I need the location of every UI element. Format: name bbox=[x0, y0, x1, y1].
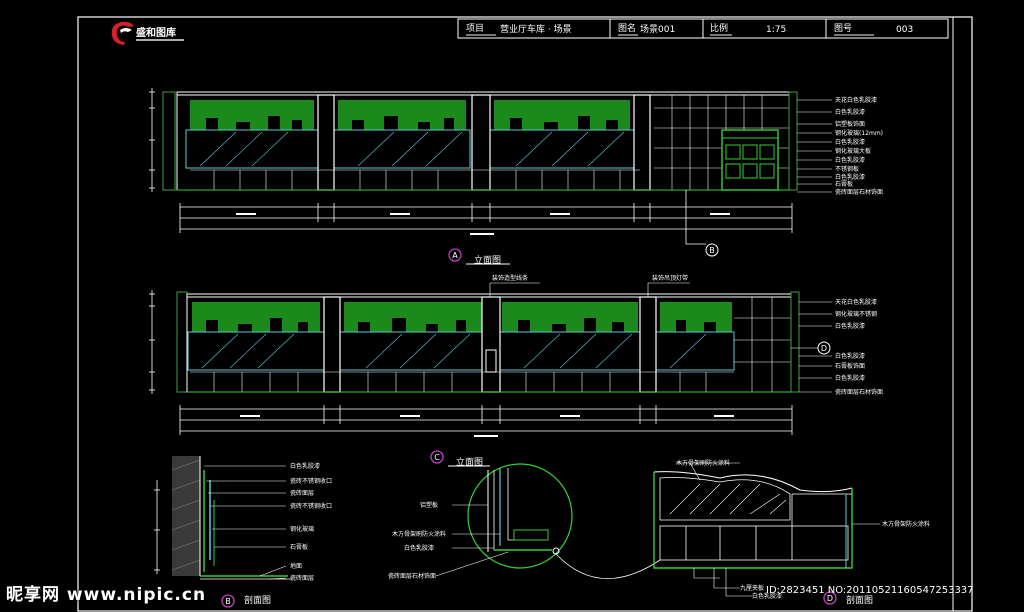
elevation-a-title: A 立面图 bbox=[448, 248, 510, 266]
watermark-site: 昵享网 www.nipic.cn bbox=[6, 585, 207, 605]
leader-label: 白色乳胶漆 bbox=[835, 138, 865, 146]
elevation-a-labels: 天花白色乳胶漆白色乳胶漆铝塑板饰面钢化玻璃(12mm)白色乳胶漆钢化玻璃大板白色… bbox=[835, 96, 883, 196]
leader-label: 瓷砖不锈钢收口 bbox=[290, 477, 332, 485]
cad-drawing-sheet: 项目 营业厅车库 · 场景 图名 场景001 比例 1:75 图号 003 盛和… bbox=[0, 0, 1024, 612]
leader-label: 石膏板 bbox=[290, 543, 308, 551]
leader-label: 白色乳胶漆 bbox=[835, 108, 865, 116]
leader-label: 九厘夹板 bbox=[740, 584, 764, 592]
elevation-a: B bbox=[149, 88, 798, 257]
leader-label: 铝塑板饰面 bbox=[835, 120, 865, 128]
leader-label: 白色乳胶漆 bbox=[290, 462, 320, 470]
leader-label: 白色乳胶漆 bbox=[835, 352, 865, 360]
scale-value: 1:75 bbox=[766, 25, 786, 35]
elevation-a-marker: A bbox=[452, 251, 458, 260]
leader-label: 石膏板 bbox=[835, 180, 853, 188]
detail-view bbox=[435, 463, 661, 579]
leader-label: 不锈钢板 bbox=[835, 165, 859, 173]
leader-label: 瓷砖面层 bbox=[290, 574, 314, 582]
leader-label: 木方骨架防火涂料 bbox=[882, 520, 930, 528]
leader-label: 钢化玻璃(12mm) bbox=[835, 129, 883, 137]
elevation-c-leaders bbox=[489, 282, 832, 393]
elevation-c-labels: 天花白色乳胶漆钢化玻璃不锈钢白色乳胶漆白色乳胶漆石膏板饰面白色乳胶漆瓷砖面层石材… bbox=[835, 298, 883, 396]
leader-label: 白色乳胶漆 bbox=[835, 173, 865, 181]
elevation-c-marker: C bbox=[434, 453, 440, 462]
leader-label: 白色乳胶漆 bbox=[404, 544, 434, 552]
leader-label: 白色乳胶漆 bbox=[835, 156, 865, 164]
leader-label: 白色乳胶漆 bbox=[835, 374, 865, 382]
logo-name: 盛和图库 bbox=[136, 26, 176, 39]
leader-label: 石膏板饰面 bbox=[835, 362, 865, 370]
leader-label: 瓷砖面层石材饰面 bbox=[388, 572, 436, 580]
leader-label: 木方骨架刷防火涂料 bbox=[676, 459, 730, 467]
leader-label: 钢化玻璃 bbox=[290, 525, 314, 533]
leader-label: 钢化玻璃大板 bbox=[835, 147, 871, 155]
leader-label: 装饰造型线条 bbox=[492, 274, 528, 282]
leader-label: 地面 bbox=[290, 562, 302, 570]
sheet-label: 图号 bbox=[834, 23, 852, 34]
section-b-marker: B bbox=[225, 597, 231, 606]
section-b-title-text: 剖面图 bbox=[244, 594, 271, 606]
elevation-c-title: C 立面图 bbox=[430, 450, 490, 468]
drawing-label: 图名 bbox=[618, 22, 636, 34]
leader-label: 木方骨架刷防火涂料 bbox=[392, 530, 446, 538]
watermark-id: ID:2823451 NO:20110521160547253337 bbox=[766, 585, 974, 596]
leader-label: 瓷砖面层石材饰面 bbox=[835, 388, 883, 396]
drawing-value: 场景001 bbox=[640, 24, 675, 35]
section-b-labels: 白色乳胶漆瓷砖不锈钢收口瓷砖面层瓷砖不锈钢收口钢化玻璃石膏板地面瓷砖面层 bbox=[290, 462, 332, 582]
leader-label: 铝塑板 bbox=[420, 501, 438, 509]
scale-label: 比例 bbox=[710, 22, 728, 34]
callout-d-letter: D bbox=[821, 344, 827, 353]
callout-b-letter: B bbox=[709, 246, 715, 255]
leader-label: 钢化玻璃不锈钢 bbox=[835, 310, 877, 318]
leader-label: 瓷砖面层 bbox=[290, 489, 314, 497]
leader-label: 瓷砖不锈钢收口 bbox=[290, 502, 332, 510]
logo: 盛和图库 bbox=[111, 21, 184, 45]
leader-label: 天花白色乳胶漆 bbox=[835, 298, 877, 306]
elevation-c-top-labels: 装饰造型线条 装饰吊顶灯带 bbox=[492, 274, 688, 282]
leader-label: 装饰吊顶灯带 bbox=[652, 274, 688, 282]
elevation-a-leaders bbox=[797, 99, 832, 193]
project-label: 项目 bbox=[466, 23, 484, 34]
elevation-c: D bbox=[149, 290, 831, 437]
detail-labels: 铝塑板木方骨架刷防火涂料白色乳胶漆瓷砖面层石材饰面 bbox=[388, 501, 446, 580]
title-block: 项目 营业厅车库 · 场景 图名 场景001 比例 1:75 图号 003 bbox=[457, 18, 949, 39]
leader-label: 瓷砖面层石材饰面 bbox=[835, 188, 883, 196]
leader-label: 白色乳胶漆 bbox=[835, 322, 865, 330]
leader-label: 天花白色乳胶漆 bbox=[835, 96, 877, 104]
project-value: 营业厅车库 · 场景 bbox=[500, 23, 572, 35]
sheet-value: 003 bbox=[896, 25, 913, 35]
drawing-canvas: 项目 营业厅车库 · 场景 图名 场景001 比例 1:75 图号 003 盛和… bbox=[77, 16, 973, 612]
